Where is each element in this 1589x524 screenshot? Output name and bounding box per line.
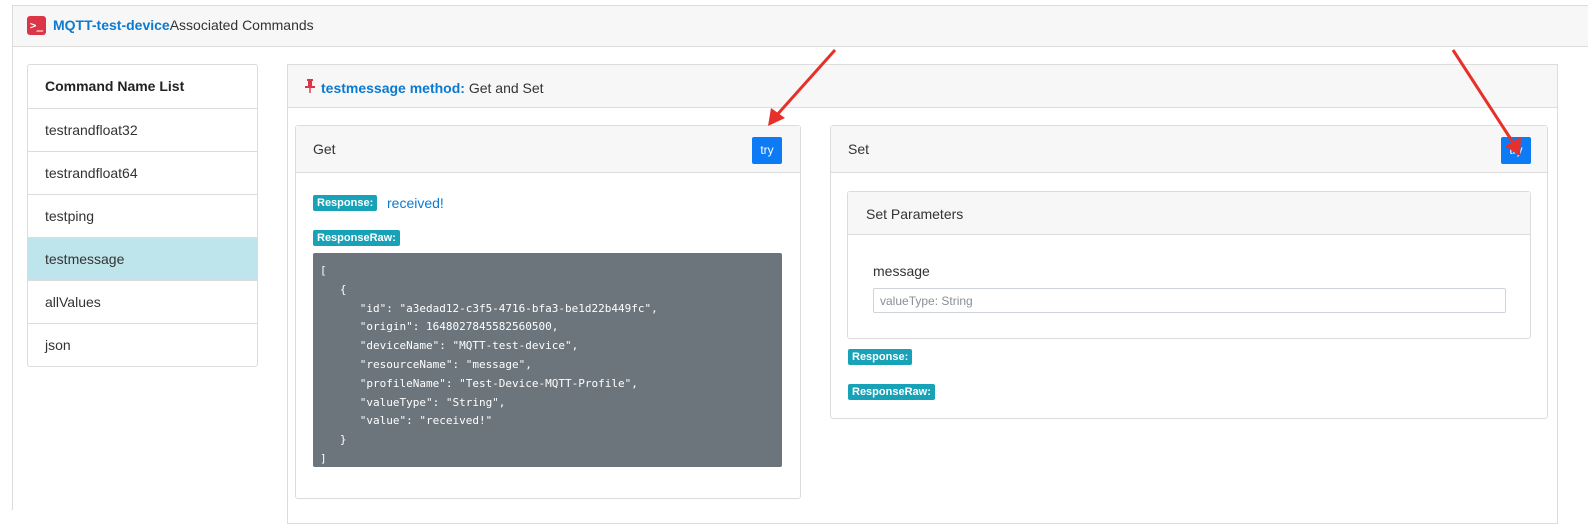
command-item-testmessage[interactable]: testmessage xyxy=(28,238,257,281)
message-label: message xyxy=(873,263,930,279)
get-response-value: received! xyxy=(387,195,444,211)
get-card-header: Get xyxy=(296,126,800,173)
command-item-testrandfloat32[interactable]: testrandfloat32 xyxy=(28,109,257,152)
command-item-testrandfloat64[interactable]: testrandfloat64 xyxy=(28,152,257,195)
page-title: MQTT-test-deviceAssociated Commands xyxy=(53,17,314,33)
set-response-badge: Response: xyxy=(848,349,913,365)
get-response-raw-badge: ResponseRaw: xyxy=(313,230,400,246)
set-response-raw-badge: ResponseRaw: xyxy=(848,384,935,400)
command-item-json[interactable]: json xyxy=(28,324,257,366)
method-mode: Get and Set xyxy=(468,80,544,96)
get-response-badge: Response: xyxy=(313,195,378,211)
method-title: testmessage method: Get and Set xyxy=(321,80,544,96)
command-name-list: Command Name List testrandfloat32 testra… xyxy=(27,64,258,367)
set-parameters-title: Set Parameters xyxy=(866,206,964,222)
command-list-title: Command Name List xyxy=(28,65,257,109)
get-try-button[interactable]: try xyxy=(752,137,782,164)
set-try-button[interactable]: try xyxy=(1501,137,1531,164)
command-item-testping[interactable]: testping xyxy=(28,195,257,238)
pin-icon xyxy=(305,79,315,93)
terminal-icon: >_ xyxy=(27,16,46,35)
method-name: testmessage method: xyxy=(321,80,465,96)
set-parameters-card: Set Parameters xyxy=(847,191,1531,339)
device-name-link[interactable]: MQTT-test-device xyxy=(53,17,170,33)
get-title: Get xyxy=(313,141,336,157)
set-parameters-header: Set Parameters xyxy=(848,192,1530,235)
command-item-allvalues[interactable]: allValues xyxy=(28,281,257,324)
response-raw-code: [ { "id": "a3edad12-c3f5-4716-bfa3-be1d2… xyxy=(313,253,782,467)
set-card-header: Set xyxy=(831,126,1547,173)
message-input[interactable] xyxy=(873,288,1506,313)
set-title: Set xyxy=(848,141,870,157)
title-suffix: Associated Commands xyxy=(169,17,314,33)
